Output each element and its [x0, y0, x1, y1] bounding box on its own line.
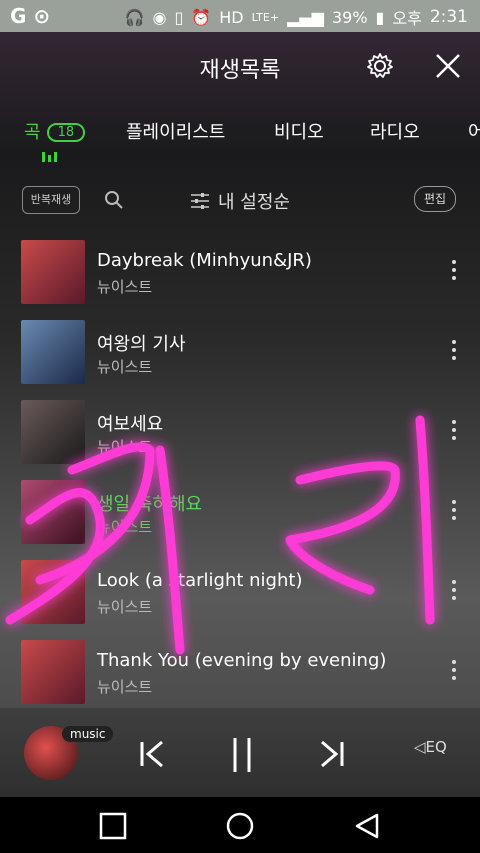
- network-type: LTE+: [251, 10, 280, 24]
- notification-icons: G ⊙: [10, 4, 51, 28]
- tab-overflow[interactable]: 어: [468, 118, 480, 144]
- previous-track-icon[interactable]: [132, 734, 172, 774]
- song-artist: 뉴이스트: [97, 278, 153, 296]
- song-title: Daybreak (Minhyun&JR): [97, 250, 312, 271]
- repeat-button[interactable]: 반복재생: [22, 186, 80, 214]
- song-artist: 뉴이스트: [97, 598, 153, 616]
- song-row[interactable]: Daybreak (Minhyun&JR) 뉴이스트: [0, 236, 480, 316]
- more-options-icon[interactable]: [452, 420, 458, 440]
- now-playing-eq-icon: [42, 150, 62, 162]
- hd-icon: HD: [219, 7, 244, 27]
- song-artist: 뉴이스트: [97, 358, 153, 376]
- song-title: 여왕의 기사: [97, 334, 186, 355]
- song-row[interactable]: Thank You (evening by evening) 뉴이스트: [0, 636, 480, 716]
- album-cover: [21, 400, 85, 464]
- song-artist: 뉴이스트: [97, 678, 153, 696]
- page-title: 재생목록: [199, 58, 281, 83]
- song-title: Thank You (evening by evening): [97, 650, 387, 671]
- sort-label: 내 설정순: [218, 192, 290, 213]
- tab-playlists[interactable]: 플레이리스트: [126, 118, 225, 144]
- more-options-icon[interactable]: [452, 500, 458, 520]
- song-row-now-playing[interactable]: 생일 축하해요 뉴이스트: [0, 476, 480, 556]
- more-options-icon[interactable]: [452, 580, 458, 600]
- sort-sliders-icon: [191, 193, 209, 209]
- tab-videos[interactable]: 비디오: [274, 118, 324, 144]
- sort-order-button[interactable]: 내 설정순: [190, 188, 290, 214]
- signal-icon: ▂▄▆: [287, 7, 324, 27]
- music-tag: music: [62, 726, 114, 742]
- more-options-icon[interactable]: [452, 660, 458, 680]
- status-bar: G ⊙ 🎧 ◉ ▯ ⏰ HD LTE+ ▂▄▆ 39% ▮ 오후 2:31: [0, 0, 480, 32]
- alarm-icon: ⏰: [191, 7, 212, 27]
- close-icon[interactable]: [434, 52, 462, 80]
- vibrate-icon: ▯: [174, 7, 184, 27]
- time-ampm: 오후: [392, 9, 422, 28]
- header: 재생목록: [0, 32, 480, 102]
- song-title: 생일 축하해요: [97, 494, 203, 515]
- album-cover: [21, 480, 85, 544]
- edit-button[interactable]: 편집: [414, 186, 456, 212]
- song-artist: 뉴이스트: [97, 518, 153, 536]
- song-title: Look (a starlight night): [97, 570, 303, 591]
- back-icon[interactable]: [352, 811, 382, 841]
- tab-songs-label: 곡: [24, 122, 41, 143]
- tab-songs[interactable]: 곡 18: [24, 118, 86, 144]
- album-cover: [21, 640, 85, 704]
- list-toolbar: 반복재생 내 설정순 편집: [0, 180, 480, 220]
- recent-apps-icon[interactable]: [98, 811, 128, 841]
- album-cover: [21, 320, 85, 384]
- pause-icon[interactable]: [222, 734, 262, 774]
- eq-label: EQ: [425, 738, 447, 756]
- location-icon: ◉: [152, 7, 167, 27]
- battery-icon: ▮: [375, 7, 385, 27]
- next-track-icon[interactable]: [312, 734, 352, 774]
- song-row[interactable]: Look (a starlight night) 뉴이스트: [0, 556, 480, 636]
- system-navigation-bar: [0, 797, 480, 853]
- headphones-icon: 🎧: [124, 7, 145, 27]
- more-options-icon[interactable]: [452, 260, 458, 280]
- album-cover: [21, 560, 85, 624]
- eq-button[interactable]: ◁EQ: [414, 738, 447, 756]
- song-title: 여보세요: [97, 414, 164, 435]
- tab-radio[interactable]: 라디오: [370, 118, 420, 144]
- speaker-icon: ◁: [414, 738, 426, 756]
- search-icon[interactable]: [104, 190, 124, 210]
- home-icon[interactable]: [225, 811, 255, 841]
- tab-bar: 곡 18 플레이리스트 비디오 라디오 어: [0, 116, 480, 156]
- more-options-icon[interactable]: [452, 340, 458, 360]
- mini-player: music ◁EQ: [0, 708, 480, 798]
- clock: 2:31: [429, 7, 468, 27]
- song-count-badge: 18: [46, 123, 86, 142]
- battery-percent: 39%: [331, 7, 368, 27]
- song-row[interactable]: 여보세요 뉴이스트: [0, 396, 480, 476]
- song-artist: 뉴이스트: [97, 438, 153, 456]
- song-row[interactable]: 여왕의 기사 뉴이스트: [0, 316, 480, 396]
- settings-gear-icon[interactable]: [366, 52, 394, 80]
- album-cover: [21, 240, 85, 304]
